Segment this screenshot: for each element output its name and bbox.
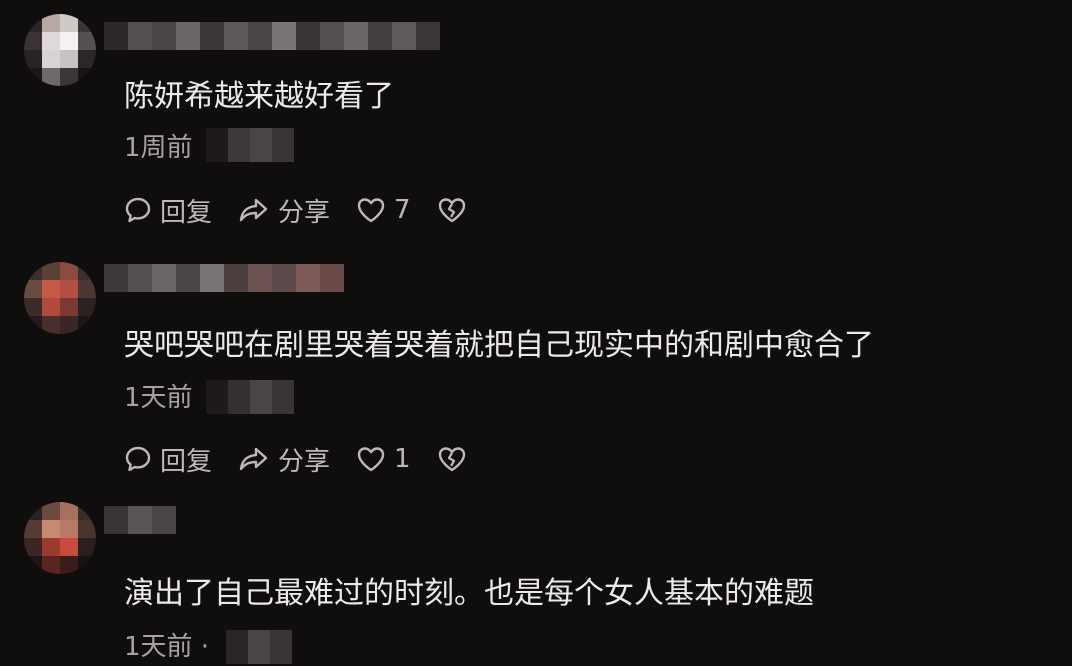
- comment-item: 演出了自己最难过的时刻。也是每个女人基本的难题 1天前 ·: [0, 500, 1072, 666]
- like-count: 1: [394, 444, 411, 474]
- broken-heart-icon: [438, 198, 465, 223]
- action-bar: 回复 分享 1: [124, 441, 493, 478]
- like-button[interactable]: 7: [356, 195, 411, 225]
- dislike-button[interactable]: [437, 196, 467, 224]
- heart-icon: [357, 447, 385, 472]
- comment-time: 1周前: [124, 133, 193, 163]
- share-label: 分享: [278, 446, 331, 477]
- reply-label: 回复: [160, 197, 213, 228]
- username-blurred[interactable]: [104, 22, 440, 50]
- username-blurred[interactable]: [104, 506, 176, 534]
- comment-item: 哭吧哭吧在剧里哭着哭着就把自己现实中的和剧中愈合了 1天前 回复 分享 1: [0, 250, 1072, 500]
- share-label: 分享: [278, 197, 331, 228]
- location-blurred: [206, 128, 294, 162]
- comment-time: 1天前 ·: [124, 632, 210, 662]
- avatar[interactable]: [24, 502, 96, 574]
- comment-bubble-icon: [125, 446, 151, 472]
- comment-text: 陈妍希越来越好看了: [124, 79, 394, 114]
- reply-button[interactable]: 回复: [124, 441, 212, 478]
- comment-item: 陈妍希越来越好看了 1周前 回复 分享 7: [0, 0, 1072, 250]
- comment-bubble-icon: [125, 197, 151, 223]
- comment-text: 演出了自己最难过的时刻。也是每个女人基本的难题: [124, 576, 814, 611]
- dislike-button[interactable]: [437, 445, 467, 473]
- avatar[interactable]: [24, 14, 96, 86]
- broken-heart-icon: [438, 447, 465, 472]
- username-blurred[interactable]: [104, 264, 344, 292]
- avatar[interactable]: [24, 262, 96, 334]
- reply-button[interactable]: 回复: [124, 192, 212, 229]
- heart-icon: [357, 198, 385, 223]
- action-bar: 回复 分享 7: [124, 192, 493, 229]
- share-arrow-icon: [239, 198, 268, 222]
- share-button[interactable]: 分享: [238, 192, 330, 229]
- comment-text: 哭吧哭吧在剧里哭着哭着就把自己现实中的和剧中愈合了: [124, 328, 874, 363]
- location-blurred: [206, 380, 294, 414]
- share-arrow-icon: [239, 447, 268, 471]
- comment-time: 1天前: [124, 383, 193, 413]
- location-blurred: [226, 630, 292, 664]
- like-button[interactable]: 1: [356, 444, 411, 474]
- share-button[interactable]: 分享: [238, 441, 330, 478]
- reply-label: 回复: [160, 446, 213, 477]
- like-count: 7: [394, 195, 411, 225]
